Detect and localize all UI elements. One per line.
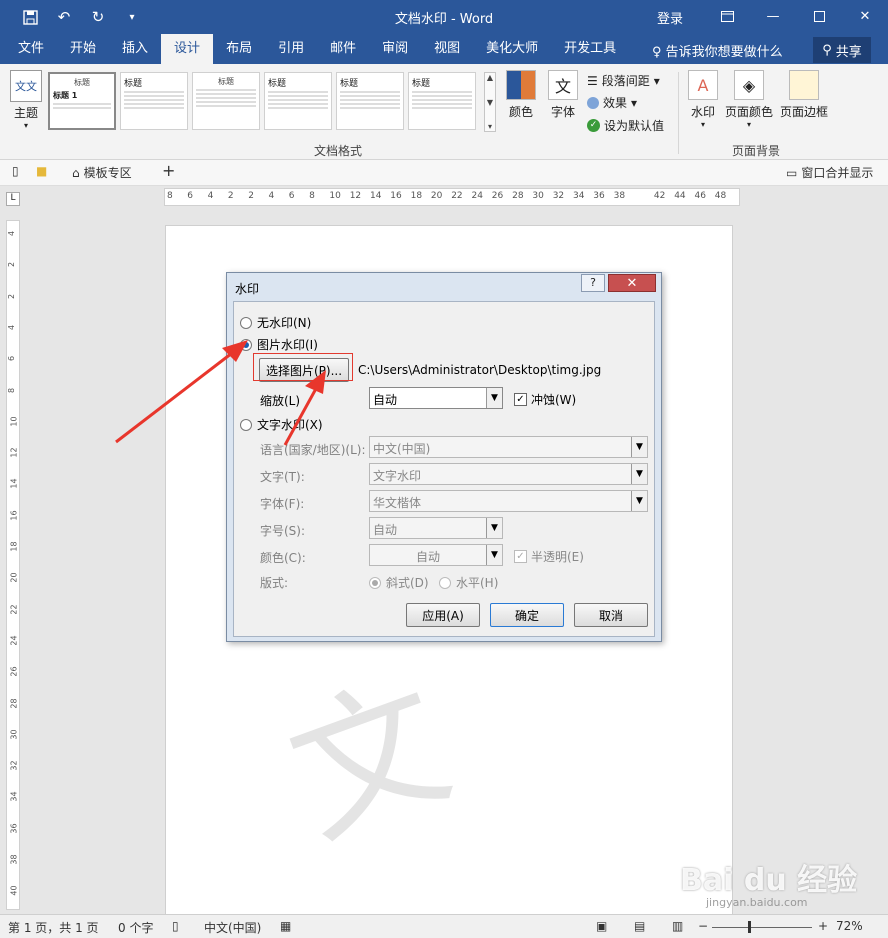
page-count[interactable]: 第 1 页，共 1 页 xyxy=(8,919,99,936)
print-layout-icon[interactable]: ▤ xyxy=(634,919,645,933)
proofing-icon[interactable]: ▯ xyxy=(172,919,179,933)
zoom-out-icon[interactable]: − xyxy=(698,919,708,933)
annotation-arrows xyxy=(115,340,326,446)
macro-icon[interactable]: ▦ xyxy=(280,919,291,933)
baidu-watermark-logo: Bai du 经验 xyxy=(680,863,858,898)
zoom-in-icon[interactable]: + xyxy=(818,919,828,933)
zoom-slider[interactable] xyxy=(712,927,812,928)
zoom-thumb[interactable] xyxy=(748,921,751,933)
zoom-level[interactable]: 72% xyxy=(836,919,863,933)
web-layout-icon[interactable]: ▥ xyxy=(672,919,683,933)
word-count[interactable]: 0 个字 xyxy=(118,919,153,936)
baidu-watermark-url: jingyan.baidu.com xyxy=(706,896,808,909)
read-mode-icon[interactable]: ▣ xyxy=(596,919,607,933)
status-bar: 第 1 页，共 1 页 0 个字 ▯ 中文(中国) ▦ ▣ ▤ ▥ − + 72… xyxy=(0,914,888,938)
language-status[interactable]: 中文(中国) xyxy=(204,919,261,936)
